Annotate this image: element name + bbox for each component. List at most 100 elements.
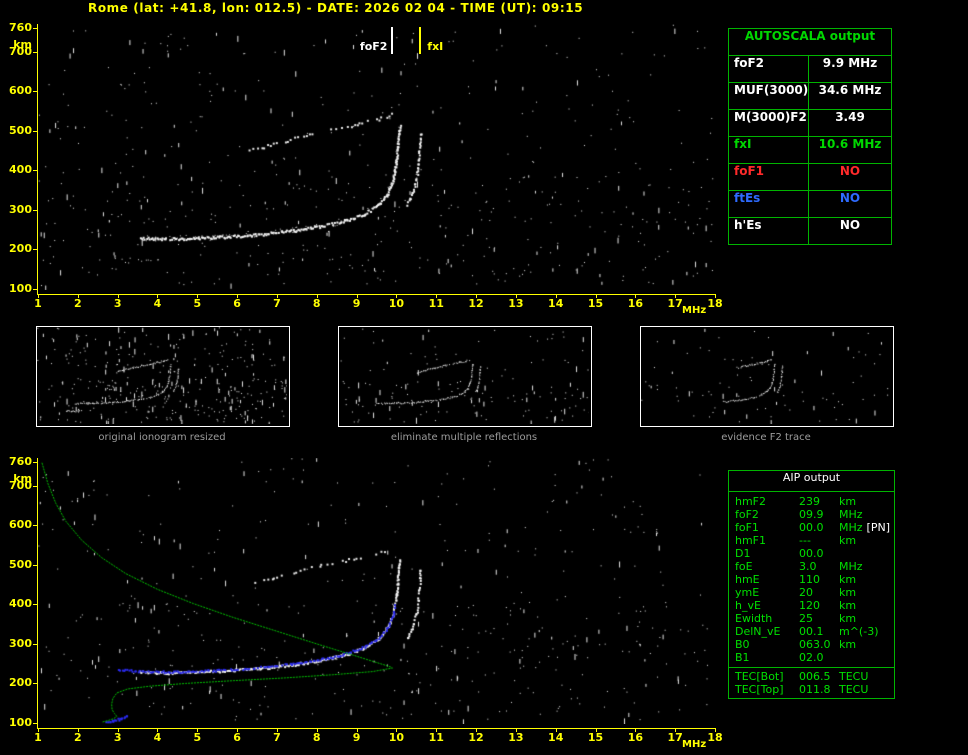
aip-row-value: --- (799, 534, 811, 547)
y-tick-label: 200 (9, 676, 32, 690)
page-title: Rome (lat: +41.8, lon: 012.5) - DATE: 20… (88, 1, 584, 15)
thumb-multiple-reflections-canvas (339, 327, 589, 424)
y-tick (33, 643, 37, 645)
aip-row-value: 09.9 (799, 508, 824, 521)
aip-row-label: DelN_vE (735, 625, 781, 638)
aip-row-label: hmF1 (735, 534, 767, 547)
aip-row-value: 25 (799, 612, 813, 625)
aip-row-value: 063.0 (799, 638, 831, 651)
thumb-multiple-reflections (338, 326, 592, 427)
x-tick-label: 1 (34, 297, 42, 310)
aip-row-value: 00.0 (799, 547, 824, 560)
aip-row-unit (839, 651, 894, 664)
x-tick-label: 14 (548, 731, 564, 744)
autoscala-row-label: foF2 (729, 56, 809, 82)
x-tick-label: 15 (587, 297, 604, 310)
y-tick-label: 600 (9, 84, 32, 98)
x-tick-label: 8 (312, 731, 321, 744)
x-tick-label: 16 (627, 731, 643, 744)
x-tick-label: 11 (428, 731, 444, 744)
x-tick-label: 5 (193, 731, 202, 744)
autoscala-row-label: fxI (729, 137, 809, 163)
aip-row: foE 3.0 MHz (729, 560, 894, 573)
x-tick-label: 12 (468, 297, 484, 310)
aip-row-label: TEC[Bot] (735, 670, 784, 683)
aip-table: AIP output hmF2 239 km foF2 09.9 MHz foF1 00.0 M… (728, 470, 895, 699)
thumb-caption-f2trace: evidence F2 trace (721, 432, 811, 443)
x-tick-label: 7 (273, 731, 281, 744)
aip-row: TEC[Bot] 006.5 TECU (729, 670, 894, 683)
x-tick-label: 16 (627, 297, 643, 310)
y-tick-label: 300 (9, 202, 32, 216)
fxI-marker-line (419, 27, 422, 54)
y-axis-unit: km (13, 38, 32, 51)
autoscala-row: MUF(3000)F2 34.6 MHz (729, 83, 891, 110)
aip-row-unit: MHz (839, 508, 863, 521)
y-tick (33, 28, 37, 29)
aip-row-unit: TECU (839, 683, 869, 696)
autoscala-row-value: 34.6 MHz (818, 83, 882, 97)
y-tick (33, 462, 37, 463)
aip-row-unit: km (839, 534, 857, 547)
foF2-marker-label: foF2 (359, 40, 388, 53)
aip-row-unit: km (839, 612, 857, 625)
x-tick-label: 5 (193, 297, 202, 310)
thumb-caption-original: original ionogram resized (98, 432, 226, 443)
y-tick-label: 300 (9, 636, 32, 650)
x-tick-label: 7 (273, 297, 281, 310)
x-tick-label: 3 (113, 297, 122, 310)
autoscala-row-value: 10.6 MHz (818, 137, 882, 151)
x-tick-label: 12 (468, 731, 484, 744)
aip-row: DelN_vE 00.1 m^(-3) (729, 625, 894, 638)
aip-table-title: AIP output (729, 471, 894, 492)
autoscala-table-body: foF2 9.9 MHz MUF(3000)F2 34.6 MHz M(3000)F2 3… (729, 56, 891, 244)
aip-row-value: 011.8 (799, 683, 831, 696)
aip-row-value: 20 (799, 586, 813, 599)
x-tick-label: 8 (312, 297, 321, 310)
autoscala-app: Rome (lat: +41.8, lon: 012.5) - DATE: 20… (0, 0, 968, 755)
y-tick-label: 500 (9, 123, 32, 137)
aip-row-label: D1 (735, 547, 751, 560)
autoscala-row-value: 3.49 (835, 110, 865, 124)
y-tick-label: 400 (9, 597, 32, 611)
aip-row-label: hmE (735, 573, 760, 586)
aip-row-value: 02.0 (799, 651, 824, 664)
aip-row: Ewidth 25 km (729, 612, 894, 625)
x-tick-label: 3 (113, 731, 122, 744)
aip-row-label: foF2 (735, 508, 759, 521)
ionogram-canvas-top (38, 24, 716, 290)
aip-row-unit: km (839, 586, 857, 599)
fxI-marker-label: fxI (427, 40, 444, 53)
autoscala-row: foF1 NO (729, 164, 891, 191)
x-tick-label: 4 (153, 297, 162, 310)
aip-row-value: 120 (799, 599, 820, 612)
y-tick-label: 760 (9, 21, 32, 34)
autoscala-row: ftEs NO (729, 191, 891, 218)
aip-row-unit: m^(-3) (839, 625, 879, 638)
aip-row-label: B0 (735, 638, 750, 651)
thumb-f2-trace-canvas (641, 327, 891, 424)
aip-row-extra: [PN] (866, 521, 890, 534)
y-tick (33, 249, 37, 251)
aip-row-unit: km (839, 495, 857, 508)
aip-row: D1 00.0 (729, 547, 894, 560)
aip-row-unit: km (839, 638, 857, 651)
autoscala-row: fxI 10.6 MHz (729, 137, 891, 164)
x-tick-label: 6 (233, 731, 241, 744)
x-tick-label: 10 (388, 731, 405, 744)
y-tick (33, 564, 37, 566)
y-tick (33, 604, 37, 606)
aip-row-value: 110 (799, 573, 820, 586)
aip-separator (729, 667, 894, 668)
x-tick-label: 1 (34, 731, 42, 744)
x-tick-label: 9 (352, 297, 361, 310)
autoscala-table-title: AUTOSCALA output (729, 29, 891, 56)
y-tick (33, 683, 37, 685)
aip-row-label: h_vE (735, 599, 761, 612)
x-tick-label: 13 (508, 731, 524, 744)
x-tick-label: 2 (73, 731, 82, 744)
y-tick-label: 760 (9, 455, 32, 468)
x-axis-unit: MHz (682, 739, 707, 750)
y-tick (33, 209, 37, 211)
autoscala-row-label: MUF(3000)F2 (729, 83, 809, 109)
